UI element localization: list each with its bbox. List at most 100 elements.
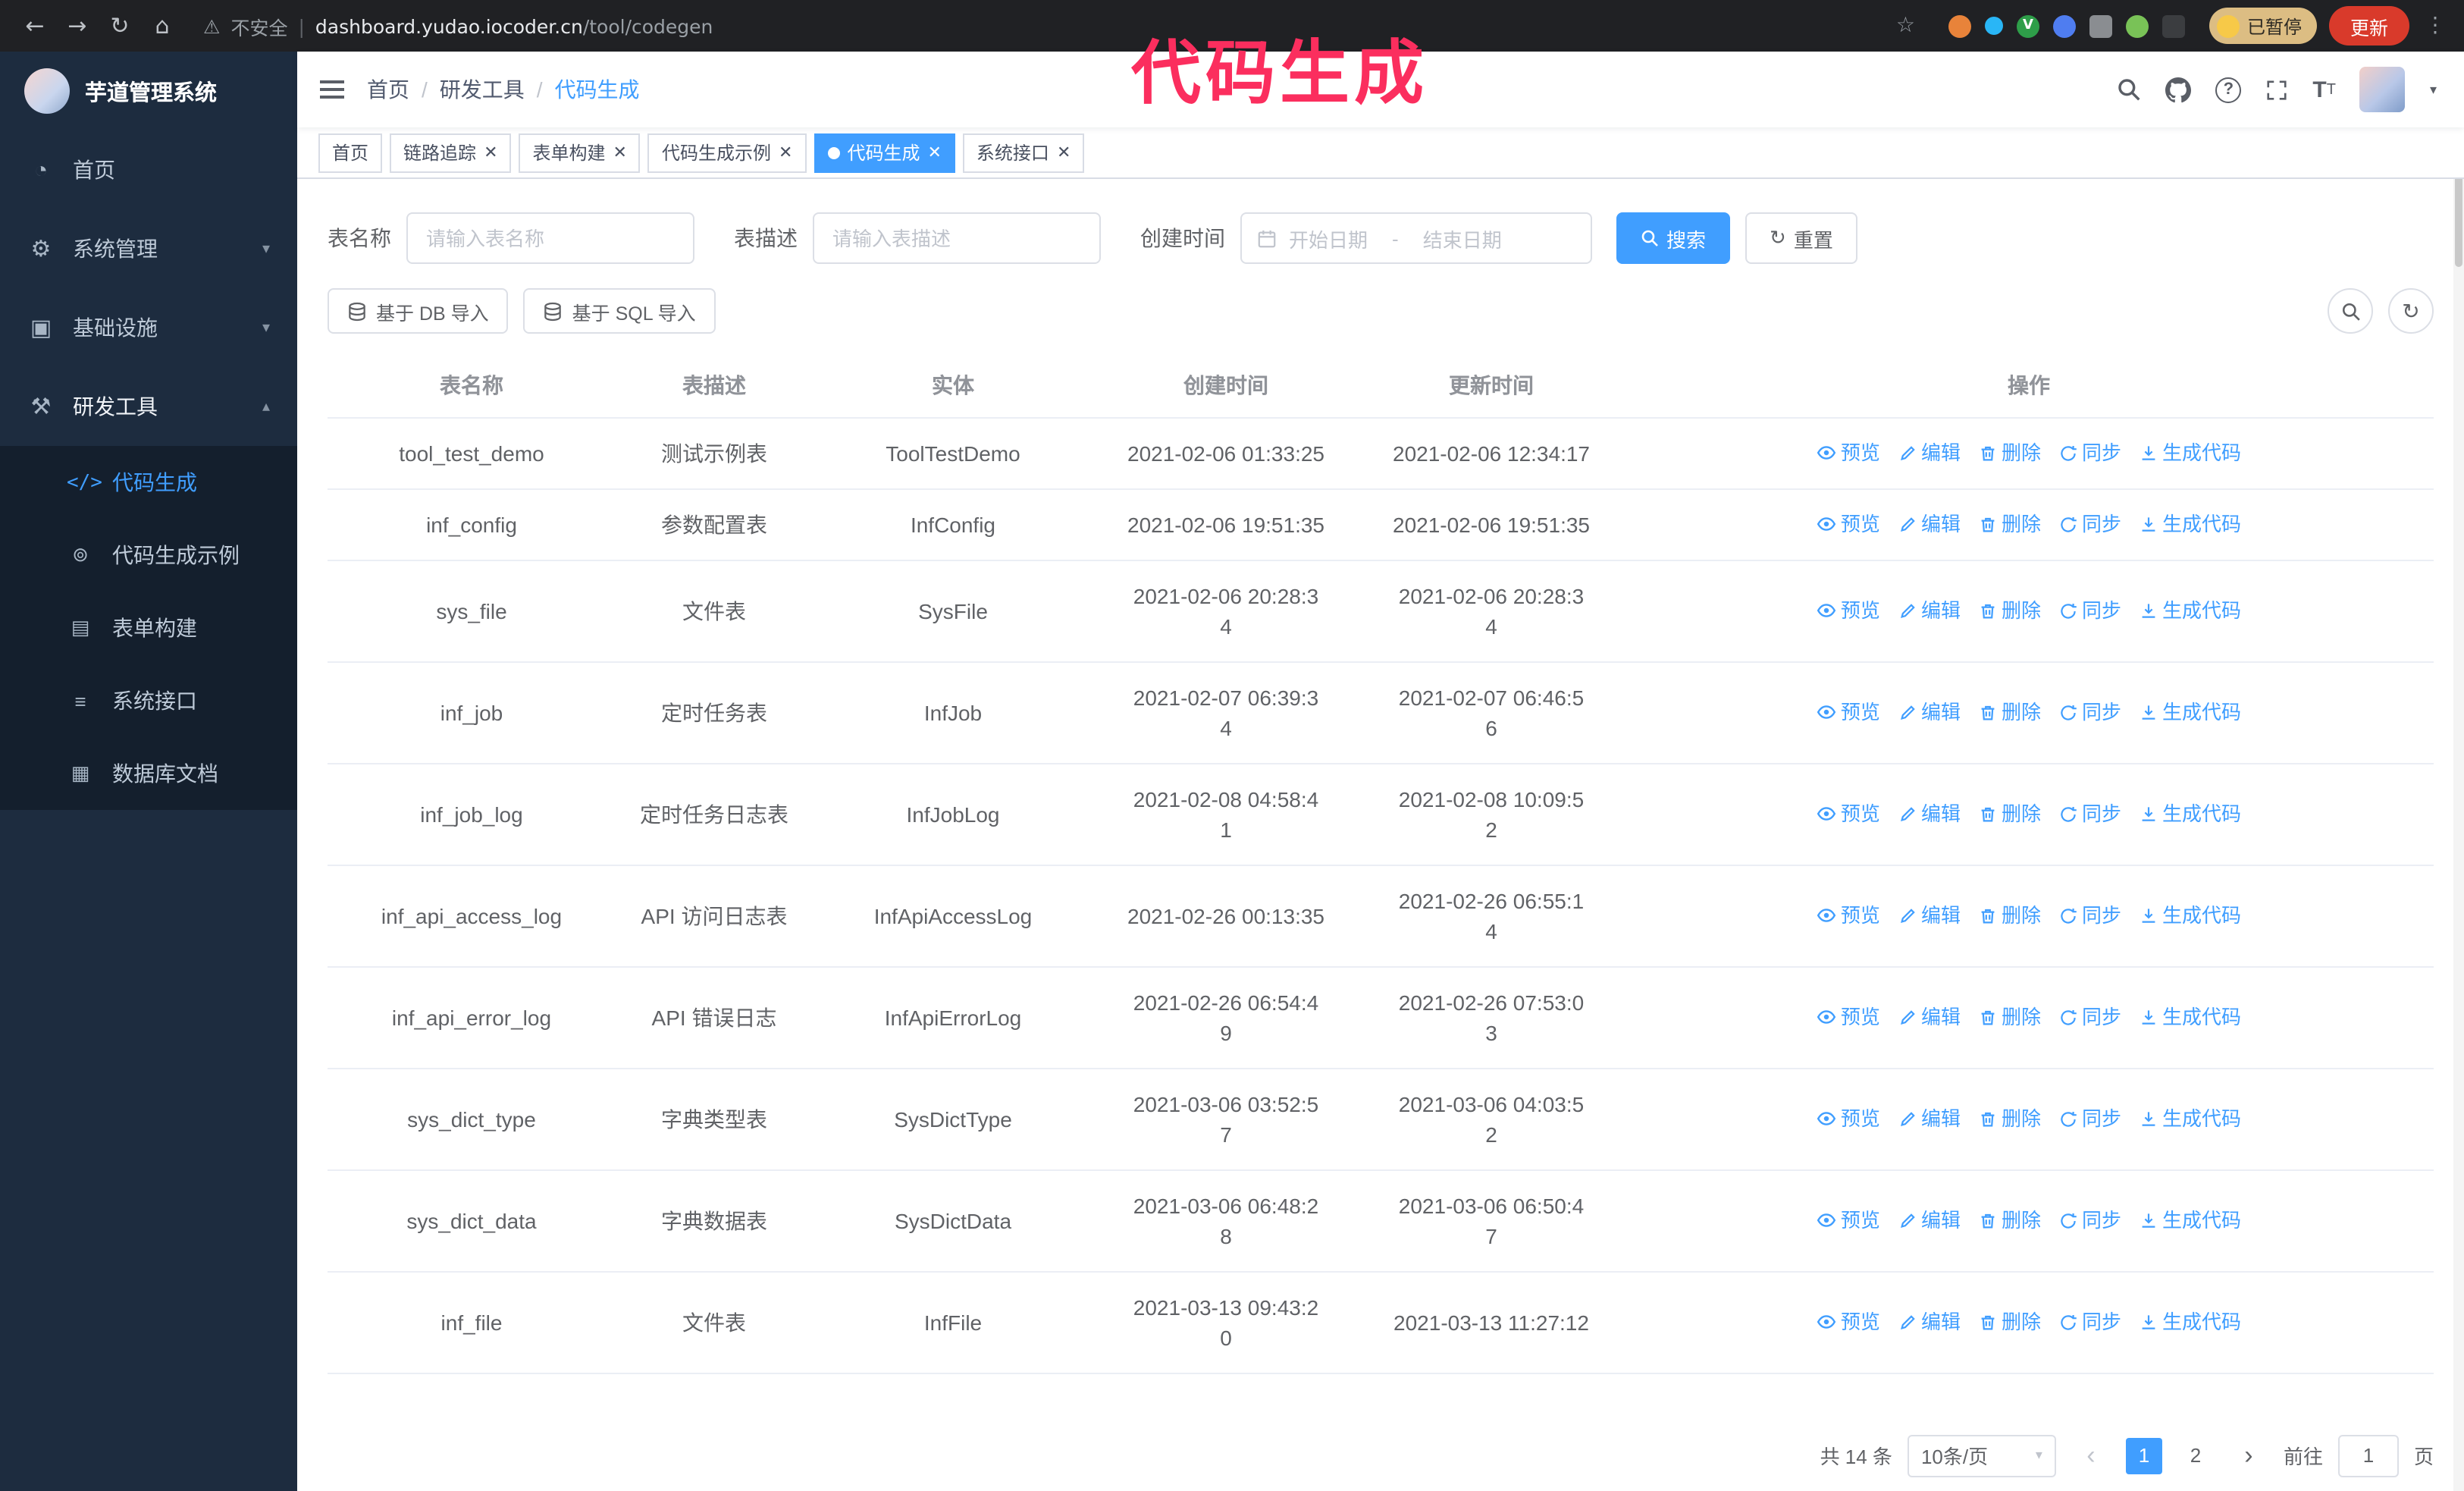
generate-code-link[interactable]: 生成代码 [2140, 799, 2241, 829]
generate-code-link[interactable]: 生成代码 [2140, 1103, 2241, 1134]
extension-icon-7[interactable] [2161, 14, 2185, 37]
close-icon[interactable]: ✕ [927, 143, 941, 162]
preview-link[interactable]: 预览 [1817, 799, 1880, 829]
sync-link[interactable]: 同步 [2059, 697, 2121, 727]
user-avatar[interactable] [2359, 67, 2406, 112]
scrollbar[interactable] [2453, 52, 2464, 1491]
address-bar[interactable]: ⚠ 不安全 | dashboard.yudao.iocoder.cn /tool… [185, 11, 1933, 40]
font-size-icon[interactable]: TT [2312, 77, 2336, 102]
generate-code-link[interactable]: 生成代码 [2140, 1205, 2241, 1235]
delete-link[interactable]: 删除 [1979, 1205, 2041, 1235]
close-icon[interactable]: ✕ [613, 143, 627, 162]
next-page-button[interactable]: › [2229, 1436, 2268, 1475]
edit-link[interactable]: 编辑 [1898, 595, 1961, 626]
sidebar-logo[interactable]: 芋道管理系统 [0, 52, 297, 130]
extension-icon-5[interactable] [2089, 14, 2112, 37]
sync-link[interactable]: 同步 [2059, 1103, 2121, 1134]
preview-link[interactable]: 预览 [1817, 697, 1880, 727]
tab-codegen[interactable]: 代码生成 ✕ [813, 133, 955, 172]
delete-link[interactable]: 删除 [1979, 1103, 2041, 1134]
prev-page-button[interactable]: ‹ [2071, 1436, 2111, 1475]
avatar-caret-icon[interactable]: ▾ [2430, 81, 2437, 98]
tab-codegen-example[interactable]: 代码生成示例 ✕ [647, 133, 807, 172]
edit-link[interactable]: 编辑 [1898, 697, 1961, 727]
table-desc-input[interactable] [813, 212, 1101, 264]
sync-link[interactable]: 同步 [2059, 1002, 2121, 1032]
browser-update-button[interactable]: 更新 [2328, 6, 2409, 46]
sync-link[interactable]: 同步 [2059, 900, 2121, 931]
close-icon[interactable]: ✕ [1057, 143, 1071, 162]
github-icon[interactable] [2165, 77, 2192, 102]
extension-icon-6[interactable] [2125, 14, 2149, 37]
sidebar-item-infrastructure[interactable]: ▣ 基础设施 ▾ [0, 288, 297, 367]
delete-link[interactable]: 删除 [1979, 799, 2041, 829]
generate-code-link[interactable]: 生成代码 [2140, 697, 2241, 727]
tab-tracing[interactable]: 链路追踪 ✕ [390, 133, 512, 172]
preview-link[interactable]: 预览 [1817, 900, 1880, 931]
preview-link[interactable]: 预览 [1817, 1103, 1880, 1134]
delete-link[interactable]: 删除 [1979, 1307, 2041, 1337]
import-sql-button[interactable]: 基于 SQL 导入 [523, 288, 716, 334]
sync-link[interactable]: 同步 [2059, 1205, 2121, 1235]
back-icon[interactable]: ← [15, 6, 55, 46]
goto-page-input[interactable] [2337, 1434, 2399, 1477]
delete-link[interactable]: 删除 [1979, 595, 2041, 626]
extension-icon-4[interactable] [2052, 14, 2076, 37]
sync-link[interactable]: 同步 [2059, 438, 2121, 468]
forward-icon[interactable]: → [58, 6, 97, 46]
edit-link[interactable]: 编辑 [1898, 438, 1961, 468]
tab-home[interactable]: 首页 [318, 133, 383, 172]
extension-icon-3[interactable]: V [2016, 14, 2039, 37]
edit-link[interactable]: 编辑 [1898, 900, 1961, 931]
fullscreen-icon[interactable] [2265, 78, 2288, 101]
generate-code-link[interactable]: 生成代码 [2140, 509, 2241, 539]
extension-icon-2[interactable] [1984, 17, 2003, 35]
delete-link[interactable]: 删除 [1979, 900, 2041, 931]
edit-link[interactable]: 编辑 [1898, 1307, 1961, 1337]
search-icon[interactable] [2117, 77, 2141, 102]
edit-link[interactable]: 编辑 [1898, 1002, 1961, 1032]
sync-link[interactable]: 同步 [2059, 799, 2121, 829]
sidebar-item-dev-tools[interactable]: ⚒ 研发工具 ▴ [0, 367, 297, 446]
sidebar-item-system-management[interactable]: ⚙ 系统管理 ▾ [0, 209, 297, 288]
import-db-button[interactable]: 基于 DB 导入 [328, 288, 509, 334]
edit-link[interactable]: 编辑 [1898, 1205, 1961, 1235]
sync-link[interactable]: 同步 [2059, 509, 2121, 539]
home-icon[interactable]: ⌂ [143, 6, 182, 46]
delete-link[interactable]: 删除 [1979, 1002, 2041, 1032]
tab-system-api[interactable]: 系统接口 ✕ [962, 133, 1085, 172]
search-toggle-button[interactable] [2328, 288, 2373, 334]
preview-link[interactable]: 预览 [1817, 1205, 1880, 1235]
close-icon[interactable]: ✕ [779, 143, 792, 162]
breadcrumb-home[interactable]: 首页 [367, 74, 409, 105]
bookmark-star-icon[interactable]: ☆ [1896, 14, 1915, 38]
sidebar-item-db-doc[interactable]: ▦ 数据库文档 [0, 737, 297, 810]
edit-link[interactable]: 编辑 [1898, 1103, 1961, 1134]
sidebar-item-home[interactable]: ◔ 首页 [0, 130, 297, 209]
close-icon[interactable]: ✕ [484, 143, 497, 162]
edit-link[interactable]: 编辑 [1898, 799, 1961, 829]
generate-code-link[interactable]: 生成代码 [2140, 900, 2241, 931]
sync-link[interactable]: 同步 [2059, 1307, 2121, 1337]
preview-link[interactable]: 预览 [1817, 1002, 1880, 1032]
delete-link[interactable]: 删除 [1979, 697, 2041, 727]
extension-icon-1[interactable] [1948, 14, 1971, 37]
profile-paused-badge[interactable]: 已暂停 [2209, 8, 2317, 44]
reset-button[interactable]: ↻ 重置 [1745, 212, 1857, 264]
preview-link[interactable]: 预览 [1817, 1307, 1880, 1337]
preview-link[interactable]: 预览 [1817, 509, 1880, 539]
preview-link[interactable]: 预览 [1817, 438, 1880, 468]
sidebar-item-codegen-example[interactable]: ⊚ 代码生成示例 [0, 519, 297, 592]
hamburger-icon[interactable] [297, 52, 367, 127]
tab-form-builder[interactable]: 表单构建 ✕ [519, 133, 641, 172]
page-number-2[interactable]: 2 [2177, 1437, 2214, 1474]
page-number-1[interactable]: 1 [2125, 1437, 2162, 1474]
sidebar-item-form-builder[interactable]: ▤ 表单构建 [0, 592, 297, 664]
sidebar-item-codegen[interactable]: </> 代码生成 [0, 446, 297, 519]
date-range-picker[interactable]: 开始日期 - 结束日期 [1240, 212, 1592, 264]
reload-icon[interactable]: ↻ [100, 6, 140, 46]
delete-link[interactable]: 删除 [1979, 509, 2041, 539]
refresh-button[interactable]: ↻ [2388, 288, 2434, 334]
search-button[interactable]: 搜索 [1616, 212, 1731, 264]
page-size-select[interactable]: 10条/页 ▾ [1907, 1434, 2056, 1477]
